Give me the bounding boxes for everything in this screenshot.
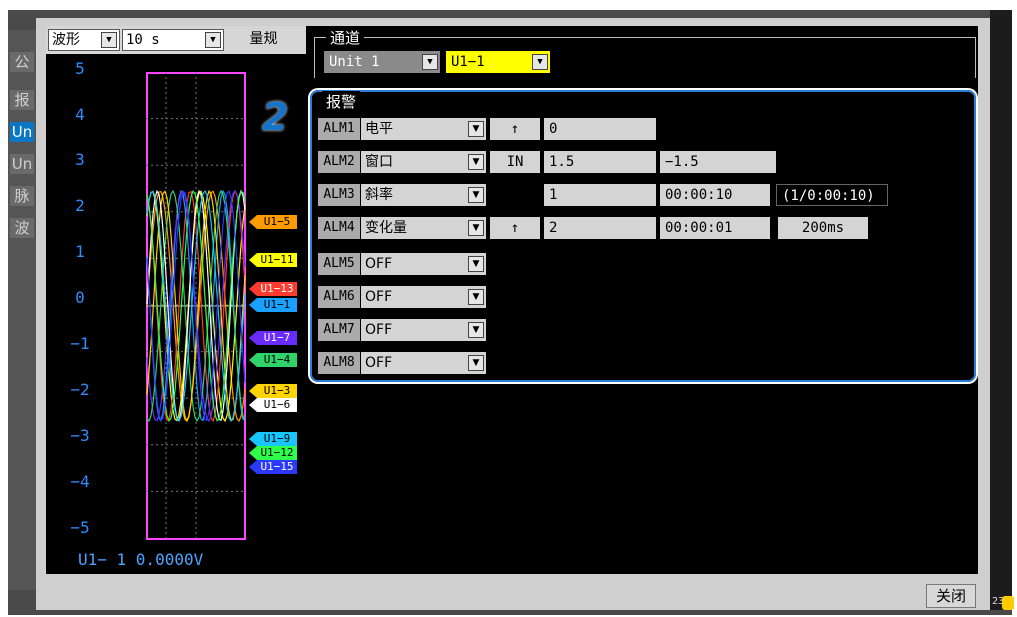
alarm-type-value: OFF <box>365 322 393 338</box>
alarm-value2-4[interactable]: 00:00:01 <box>660 217 770 239</box>
alarm-type-select-7[interactable]: OFF ▼ <box>361 319 486 341</box>
side-tab-6[interactable]: 波 <box>10 218 34 238</box>
alarm-label-3: ALM3 <box>318 184 360 206</box>
alarm-value2-2[interactable]: −1.5 <box>660 151 776 173</box>
display-mode-select[interactable]: 波形 ▼ <box>48 29 120 51</box>
alarm-type-value: OFF <box>365 355 393 371</box>
y-label-m5: −5 <box>70 518 90 537</box>
alarm-direction-1[interactable]: ↑ <box>490 118 540 140</box>
chevron-down-icon: ▼ <box>422 54 438 70</box>
alarm-direction-2[interactable]: IN <box>490 151 540 173</box>
channel-tag: U1−11 <box>249 253 297 267</box>
timebase-select[interactable]: 10 s ▼ <box>122 29 224 51</box>
alarm-type-select-3[interactable]: 斜率 ▼ <box>361 184 486 206</box>
alarm-type-value: 变化量 <box>365 220 407 236</box>
alarm-value1-4[interactable]: 2 <box>544 217 656 239</box>
alarm-label-7: ALM7 <box>318 319 360 341</box>
alarm-label-8: ALM8 <box>318 352 360 374</box>
channel-tag: U1−5 <box>249 215 297 229</box>
channel-select[interactable]: U1−1 ▼ <box>446 51 550 73</box>
corner-indicator-icon <box>1002 596 1014 610</box>
alarm-label-4: ALM4 <box>318 217 360 239</box>
alarm-value2-3[interactable]: 00:00:10 <box>660 184 770 206</box>
channel-tag: U1−6 <box>249 398 297 412</box>
timebase-value: 10 s <box>126 32 160 48</box>
y-label-2: 2 <box>75 196 85 215</box>
y-label-1: 1 <box>75 242 85 261</box>
alarm-label-1: ALM1 <box>318 118 360 140</box>
channel-section-title: 通道 <box>326 27 365 48</box>
chevron-down-icon: ▼ <box>468 187 484 203</box>
alarm-type-value: 电平 <box>365 121 393 137</box>
chevron-down-icon: ▼ <box>468 256 484 272</box>
channel-tag: U1−3 <box>249 384 297 398</box>
alarm-label-5: ALM5 <box>318 253 360 275</box>
y-label-4: 4 <box>75 105 85 124</box>
side-tab-3[interactable]: Un <box>10 122 34 142</box>
channel-tag: U1−1 <box>249 298 297 312</box>
y-label-3: 3 <box>75 150 85 169</box>
alarm-type-select-5[interactable]: OFF ▼ <box>361 253 486 275</box>
alarm-type-select-6[interactable]: OFF ▼ <box>361 286 486 308</box>
alarm-type-value: 斜率 <box>365 187 393 203</box>
y-label-m1: −1 <box>70 334 90 353</box>
alarm-direction-4[interactable]: ↑ <box>490 217 540 239</box>
chevron-down-icon: ▼ <box>101 32 117 48</box>
waveform-toolbar: 波形 ▼ 10 s ▼ 量规 <box>46 26 306 54</box>
y-label-m4: −4 <box>70 472 90 491</box>
chevron-down-icon: ▼ <box>468 154 484 170</box>
alarm-type-select-4[interactable]: 变化量 ▼ <box>361 217 486 239</box>
chevron-down-icon: ▼ <box>205 32 221 48</box>
chevron-down-icon: ▼ <box>532 54 548 70</box>
alarm-section-title: 报警 <box>322 91 361 112</box>
channel-tag: U1−7 <box>249 331 297 345</box>
side-tab-5[interactable]: 脉 <box>10 186 34 206</box>
side-tab-bar: 公 报 Un Un 脉 波 <box>8 30 36 590</box>
chevron-down-icon: ▼ <box>468 322 484 338</box>
cursor-readout: U1− 1 0.0000V <box>78 550 204 569</box>
unit-value: Unit 1 <box>329 54 380 70</box>
waveform-plot <box>146 72 246 540</box>
channel-value: U1−1 <box>451 54 485 70</box>
unit-select[interactable]: Unit 1 ▼ <box>324 51 440 73</box>
alarm-value1-2[interactable]: 1.5 <box>544 151 656 173</box>
alarm-type-value: OFF <box>365 289 393 305</box>
chevron-down-icon: ▼ <box>468 355 484 371</box>
alarm-value3-4[interactable]: 200ms <box>778 217 868 239</box>
display-mode-value: 波形 <box>52 32 80 48</box>
alarm-label-6: ALM6 <box>318 286 360 308</box>
alarm-type-select-2[interactable]: 窗口 ▼ <box>361 151 486 173</box>
y-label-m2: −2 <box>70 380 90 399</box>
y-label-5: 5 <box>75 59 85 78</box>
alarm-type-value: 窗口 <box>365 154 393 170</box>
channel-tag: U1−15 <box>249 460 297 474</box>
side-tab-2[interactable]: 报 <box>10 90 34 110</box>
step-marker: 2 <box>262 95 289 139</box>
alarm-value1-1[interactable]: 0 <box>544 118 656 140</box>
y-label-0: 0 <box>75 288 85 307</box>
side-tab-1[interactable]: 公 <box>10 52 34 72</box>
channel-tag: U1−12 <box>249 446 297 460</box>
alarm-type-select-1[interactable]: 电平 ▼ <box>361 118 486 140</box>
side-tab-4[interactable]: Un <box>10 154 34 174</box>
alarm-type-value: OFF <box>365 256 393 272</box>
chevron-down-icon: ▼ <box>468 121 484 137</box>
channel-tag: U1−4 <box>249 353 297 367</box>
chevron-down-icon: ▼ <box>468 220 484 236</box>
right-edge-panel: 23 <box>990 10 1014 610</box>
alarm-type-select-8[interactable]: OFF ▼ <box>361 352 486 374</box>
alarm-label-2: ALM2 <box>318 151 360 173</box>
chevron-down-icon: ▼ <box>468 289 484 305</box>
alarm-value1-3[interactable]: 1 <box>544 184 656 206</box>
y-label-m3: −3 <box>70 426 90 445</box>
channel-tag: U1−13 <box>249 282 297 296</box>
scale-button[interactable]: 量规 <box>232 29 292 51</box>
close-button[interactable]: 关闭 <box>926 584 976 608</box>
alarm-value3-3: (1/0:00:10) <box>776 184 888 206</box>
channel-tag: U1−9 <box>249 432 297 446</box>
